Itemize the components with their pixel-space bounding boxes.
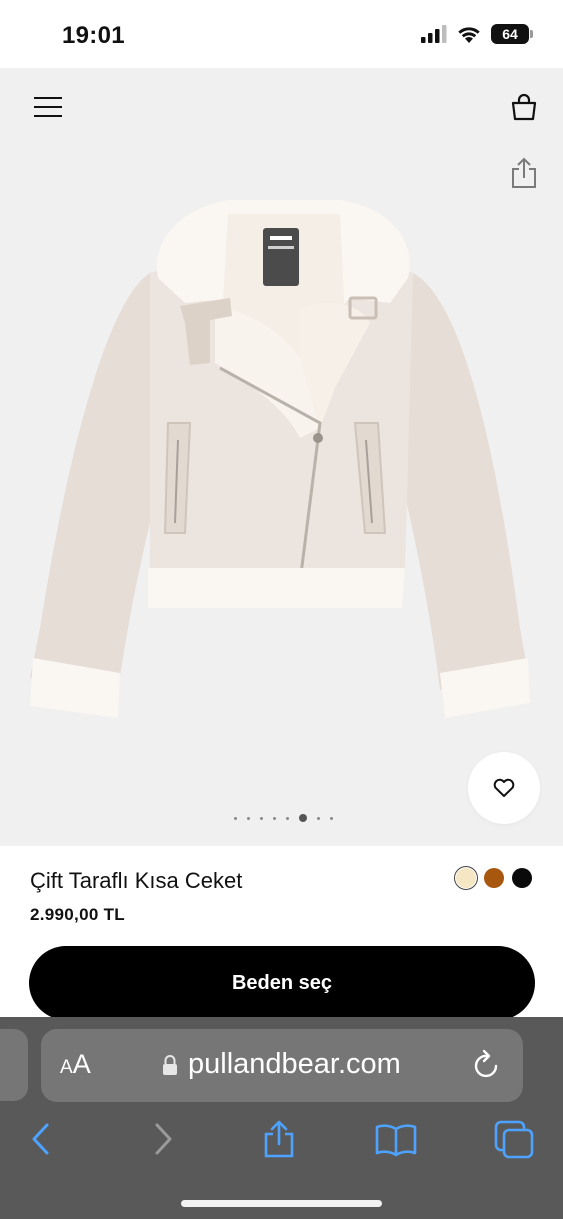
previous-tab-preview[interactable] [0, 1029, 28, 1101]
select-size-button[interactable]: Beden seç [29, 946, 535, 1020]
url-display: pullandbear.com [162, 1048, 401, 1081]
text-size-button[interactable]: AA [60, 1049, 91, 1080]
tabs-icon[interactable] [492, 1117, 536, 1161]
product-name: Çift Taraflı Kısa Ceket [30, 868, 243, 893]
pagination-dot[interactable] [233, 816, 237, 820]
shopping-bag-icon[interactable] [509, 92, 539, 122]
product-image-jacket [30, 200, 530, 718]
pagination-dot-active[interactable] [298, 814, 307, 822]
cellular-signal-icon [421, 25, 447, 43]
color-swatch-brown[interactable] [484, 868, 504, 888]
pagination-dot[interactable] [329, 816, 333, 820]
status-bar: 19:01 64 [0, 0, 563, 68]
browser-nav-toolbar [0, 1117, 563, 1161]
status-icons: 64 [421, 24, 533, 44]
pagination-dot[interactable] [246, 816, 250, 820]
wifi-icon [458, 27, 480, 43]
share-icon[interactable] [257, 1117, 301, 1161]
hamburger-menu-icon[interactable] [32, 94, 64, 120]
gallery-pagination [0, 814, 563, 822]
pagination-dot[interactable] [272, 816, 276, 820]
url-text: pullandbear.com [188, 1048, 401, 1080]
product-price: 2.990,00 TL [30, 905, 125, 924]
status-time: 19:01 [62, 22, 125, 49]
bookmarks-icon[interactable] [374, 1117, 418, 1161]
back-icon[interactable] [19, 1117, 63, 1161]
pagination-dot[interactable] [259, 816, 263, 820]
battery-level: 64 [502, 26, 518, 42]
select-size-label: Beden seç [231, 971, 333, 994]
home-indicator[interactable] [181, 1200, 382, 1207]
color-swatch-black[interactable] [512, 868, 532, 888]
reload-icon[interactable] [471, 1048, 503, 1082]
browser-toolbar: AA pullandbear.com [0, 1017, 563, 1219]
pagination-dot[interactable] [285, 816, 289, 820]
address-bar[interactable]: AA pullandbear.com [41, 1029, 523, 1102]
lock-icon [163, 1054, 177, 1075]
color-swatch-cream[interactable] [456, 868, 476, 888]
heart-icon [493, 778, 515, 797]
product-gallery[interactable] [0, 68, 563, 846]
battery-indicator: 64 [491, 24, 533, 44]
forward-icon[interactable] [141, 1117, 185, 1161]
pagination-dot[interactable] [316, 816, 320, 820]
color-swatches [456, 868, 532, 888]
